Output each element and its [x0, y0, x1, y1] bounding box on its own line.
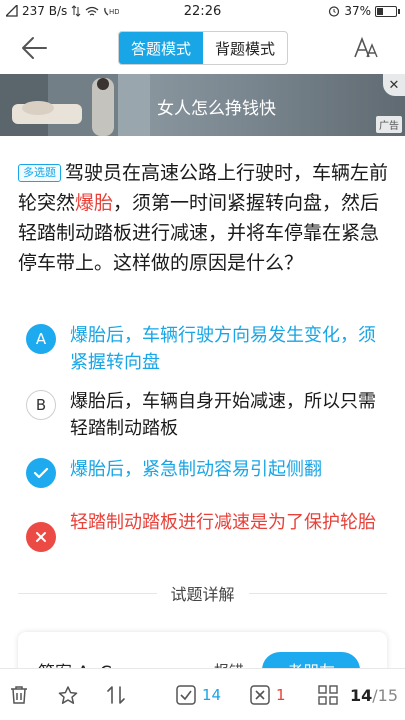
- checkbox-x-icon: [250, 685, 270, 705]
- option-a-text: 爆胎后，车辆行驶方向易发生变化，须紧握转向盘: [70, 325, 376, 373]
- sort-arrows-icon: [107, 686, 125, 704]
- option-a-letter: A: [26, 324, 56, 354]
- battery-percent: 37%: [344, 4, 371, 18]
- net-speed: 237 B/s: [22, 4, 68, 18]
- alarm-icon: [329, 6, 340, 17]
- option-b[interactable]: B 爆胎后，车辆自身开始减速，所以只需轻踏制动踏板: [26, 388, 381, 442]
- explanation-divider: 试题详解: [18, 582, 388, 604]
- divider-line-left: [18, 592, 157, 594]
- option-b-letter: B: [26, 390, 56, 420]
- wrong-counter[interactable]: 1: [250, 669, 286, 720]
- option-a[interactable]: A 爆胎后，车辆行驶方向易发生变化，须紧握转向盘: [26, 322, 381, 376]
- total-questions: /15: [372, 685, 399, 705]
- correct-counter[interactable]: 14: [176, 669, 221, 720]
- status-left: 237 B/s HD: [6, 4, 119, 18]
- question-highlight: 爆胎: [75, 192, 114, 214]
- ad-title: 女人怎么挣钱快: [157, 99, 276, 119]
- tab-answer-mode[interactable]: 答题模式: [119, 32, 203, 64]
- ad-image: [0, 74, 150, 136]
- favorite-button[interactable]: [58, 669, 78, 720]
- ad-banner[interactable]: 女人怎么挣钱快 ✕ 广告: [0, 74, 405, 136]
- font-size-icon: [354, 36, 378, 58]
- check-icon: [26, 458, 56, 488]
- question-type-badge: 多选题: [18, 164, 61, 182]
- back-button[interactable]: [20, 35, 48, 61]
- status-right: 37%: [328, 4, 400, 18]
- progress-indicator: 14/15: [350, 686, 398, 705]
- option-b-text: 爆胎后，车辆自身开始减速，所以只需轻踏制动踏板: [70, 391, 376, 439]
- signal-icon: [6, 5, 18, 17]
- grid-icon: [318, 685, 338, 705]
- option-c[interactable]: 爆胎后，紧急制动容易引起侧翻: [26, 456, 381, 488]
- correct-count: 14: [202, 686, 222, 704]
- data-arrows-icon: [71, 5, 81, 17]
- question-text: 多选题 驾驶员在高速公路上行驶时，车辆左前轮突然爆胎，须第一时间紧握转向盘，然后轻…: [18, 158, 390, 278]
- hd-call-icon: HD: [104, 7, 119, 16]
- wifi-icon: [85, 6, 99, 15]
- trash-icon: [11, 686, 27, 704]
- wrong-count: 1: [276, 686, 286, 704]
- checkbox-check-icon: [176, 685, 196, 705]
- option-d-text: 轻踏制动踏板进行减速是为了保护轮胎: [70, 512, 376, 533]
- star-icon: [58, 685, 78, 704]
- battery-icon: [375, 5, 400, 17]
- ad-tag: 广告: [376, 116, 402, 133]
- question-index-button[interactable]: 14/15: [318, 669, 398, 720]
- bottom-bar: 14 1 14/15: [0, 668, 405, 720]
- battery-level: [377, 7, 384, 15]
- ad-close-button[interactable]: ✕: [383, 74, 405, 96]
- explanation-label: 试题详解: [170, 585, 235, 604]
- mode-switch: 答题模式 背题模式: [118, 31, 288, 65]
- svg-text:HD: HD: [109, 8, 119, 16]
- back-arrow-icon: [22, 37, 47, 59]
- tab-recite-mode[interactable]: 背题模式: [203, 32, 287, 64]
- divider-line-right: [248, 592, 388, 594]
- sort-button[interactable]: [106, 669, 126, 720]
- option-c-text: 爆胎后，紧急制动容易引起侧翻: [70, 459, 322, 480]
- current-question: 14: [350, 685, 373, 705]
- font-size-button[interactable]: [353, 35, 381, 61]
- delete-button[interactable]: [10, 669, 28, 720]
- option-d[interactable]: 轻踏制动踏板进行减速是为了保护轮胎: [26, 509, 381, 552]
- status-bar: 237 B/s HD 22:26 37%: [0, 0, 405, 22]
- wrong-x-icon: [26, 522, 56, 552]
- header: 答题模式 背题模式: [0, 22, 405, 74]
